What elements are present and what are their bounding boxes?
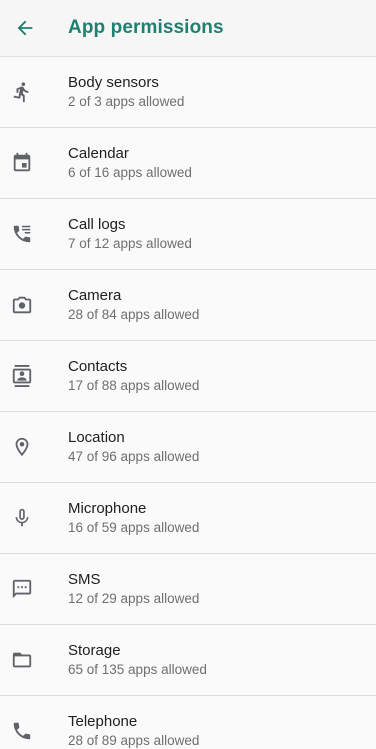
permission-name: Call logs: [68, 216, 126, 233]
permission-name: Calendar: [68, 145, 129, 162]
permission-name: Contacts: [68, 358, 128, 375]
permission-summary: 16 of 59 apps allowed: [68, 520, 200, 535]
camera-icon: [0, 270, 44, 340]
permission-name: SMS: [68, 571, 101, 588]
body-sensors-icon: [0, 57, 44, 127]
permission-item-telephone[interactable]: Telephone 28 of 89 apps allowed: [0, 696, 376, 749]
page-title: App permissions: [68, 17, 224, 38]
permission-summary: 7 of 12 apps allowed: [68, 236, 192, 251]
permission-summary: 17 of 88 apps allowed: [68, 378, 200, 393]
permission-item-camera[interactable]: Camera 28 of 84 apps allowed: [0, 270, 376, 341]
call-logs-icon: [0, 199, 44, 269]
permission-item-call-logs[interactable]: Call logs 7 of 12 apps allowed: [0, 199, 376, 270]
sms-icon: [0, 554, 44, 624]
calendar-icon: [0, 128, 44, 198]
permission-item-calendar[interactable]: Calendar 6 of 16 apps allowed: [0, 128, 376, 199]
permission-summary: 28 of 84 apps allowed: [68, 307, 200, 322]
location-icon: [0, 412, 44, 482]
permission-item-body-sensors[interactable]: Body sensors 2 of 3 apps allowed: [0, 57, 376, 128]
telephone-icon: [0, 696, 44, 749]
permission-item-storage[interactable]: Storage 65 of 135 apps allowed: [0, 625, 376, 696]
permission-summary: 12 of 29 apps allowed: [68, 591, 200, 606]
permission-item-contacts[interactable]: Contacts 17 of 88 apps allowed: [0, 341, 376, 412]
permission-name: Camera: [68, 287, 122, 304]
permission-name: Location: [68, 429, 125, 446]
permission-name: Storage: [68, 642, 121, 659]
permission-summary: 65 of 135 apps allowed: [68, 662, 207, 677]
permission-name: Microphone: [68, 500, 147, 517]
permission-summary: 28 of 89 apps allowed: [68, 733, 200, 748]
app-bar: App permissions: [0, 0, 376, 57]
arrow-back-icon: [17, 20, 33, 36]
permission-item-location[interactable]: Location 47 of 96 apps allowed: [0, 412, 376, 483]
back-button[interactable]: [0, 0, 50, 56]
permission-name: Telephone: [68, 713, 138, 730]
permission-item-sms[interactable]: SMS 12 of 29 apps allowed: [0, 554, 376, 625]
permissions-list: Body sensors 2 of 3 apps allowed Calenda…: [0, 57, 376, 749]
microphone-icon: [0, 483, 44, 553]
permission-summary: 2 of 3 apps allowed: [68, 94, 185, 109]
app-permissions-screen: App permissions Body sensors 2 of 3 apps…: [0, 0, 376, 749]
permission-summary: 6 of 16 apps allowed: [68, 165, 192, 180]
contacts-icon: [0, 341, 44, 411]
storage-icon: [0, 625, 44, 695]
permission-item-microphone[interactable]: Microphone 16 of 59 apps allowed: [0, 483, 376, 554]
permission-summary: 47 of 96 apps allowed: [68, 449, 200, 464]
permission-name: Body sensors: [68, 74, 159, 91]
